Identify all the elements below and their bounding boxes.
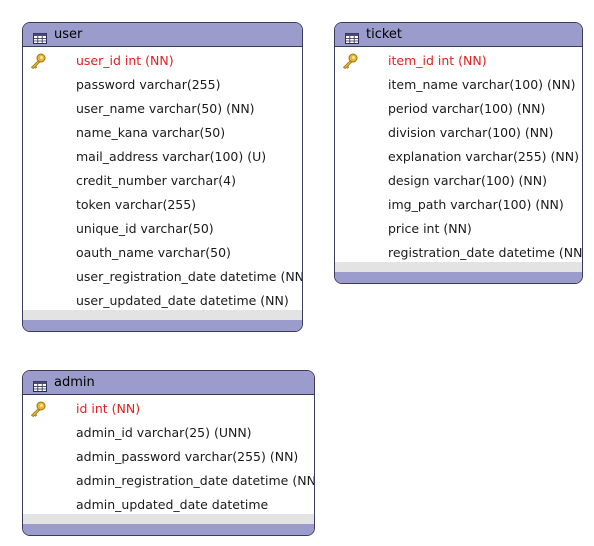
table-footer-spacer	[23, 514, 314, 524]
column-row[interactable]: explanation varchar(255) (NN)	[335, 145, 582, 169]
column-list: id int (NN) admin_id varchar(25) (UNN) adm…	[23, 395, 314, 517]
column-label: oauth_name varchar(50)	[76, 245, 231, 260]
table-header[interactable]: admin	[23, 371, 314, 395]
table-footer-spacer	[335, 262, 582, 272]
table-footer	[335, 272, 582, 283]
column-row[interactable]: item_name varchar(100) (NN)	[335, 73, 582, 97]
column-label: user_registration_date datetime (NN)	[76, 269, 303, 284]
column-row[interactable]: unique_id varchar(50)	[23, 217, 302, 241]
table-admin[interactable]: admin id int (NN) admin_id varchar(25) (U…	[22, 370, 315, 536]
table-footer-spacer	[23, 310, 302, 320]
key-icon	[29, 401, 47, 418]
column-label: credit_number varchar(4)	[76, 173, 236, 188]
table-grid-icon	[33, 377, 47, 392]
column-label: user_updated_date datetime (NN)	[76, 293, 289, 308]
primary-key-column[interactable]: id int (NN)	[23, 397, 314, 421]
column-label: registration_date datetime (NN)	[388, 245, 583, 260]
column-row[interactable]: admin_password varchar(255) (NN)	[23, 445, 314, 469]
column-row[interactable]: division varchar(100) (NN)	[335, 121, 582, 145]
column-label: explanation varchar(255) (NN)	[388, 149, 579, 164]
table-header[interactable]: user	[23, 23, 302, 47]
table-grid-icon	[33, 29, 47, 44]
key-icon	[341, 53, 359, 70]
column-label: period varchar(100) (NN)	[388, 101, 546, 116]
column-label: admin_updated_date datetime	[76, 497, 269, 512]
table-name: user	[54, 27, 83, 42]
column-row[interactable]: design varchar(100) (NN)	[335, 169, 582, 193]
column-row[interactable]: credit_number varchar(4)	[23, 169, 302, 193]
table-footer	[23, 320, 302, 331]
column-label: admin_id varchar(25) (UNN)	[76, 425, 252, 440]
column-label: design varchar(100) (NN)	[388, 173, 547, 188]
column-row[interactable]: user_registration_date datetime (NN)	[23, 265, 302, 289]
table-name: ticket	[366, 27, 403, 42]
table-name: admin	[54, 375, 95, 390]
column-row[interactable]: oauth_name varchar(50)	[23, 241, 302, 265]
column-label: password varchar(255)	[76, 77, 221, 92]
column-label: mail_address varchar(100) (U)	[76, 149, 267, 164]
column-label: token varchar(255)	[76, 197, 197, 212]
column-label: user_id int (NN)	[76, 53, 174, 68]
column-label: admin_registration_date datetime (NN)	[76, 473, 315, 488]
column-row[interactable]: price int (NN)	[335, 217, 582, 241]
table-header[interactable]: ticket	[335, 23, 582, 47]
primary-key-column[interactable]: user_id int (NN)	[23, 49, 302, 73]
column-label: id int (NN)	[76, 401, 141, 416]
table-grid-icon	[345, 29, 359, 44]
column-row[interactable]: img_path varchar(100) (NN)	[335, 193, 582, 217]
column-row[interactable]: name_kana varchar(50)	[23, 121, 302, 145]
column-label: admin_password varchar(255) (NN)	[76, 449, 299, 464]
column-list: user_id int (NN) password varchar(255) use…	[23, 47, 302, 313]
primary-key-column[interactable]: item_id int (NN)	[335, 49, 582, 73]
column-row[interactable]: token varchar(255)	[23, 193, 302, 217]
column-row[interactable]: mail_address varchar(100) (U)	[23, 145, 302, 169]
column-label: name_kana varchar(50)	[76, 125, 226, 140]
column-row[interactable]: admin_id varchar(25) (UNN)	[23, 421, 314, 445]
key-icon	[29, 53, 47, 70]
table-user[interactable]: user user_id int (NN) password varchar(25…	[22, 22, 303, 332]
column-label: price int (NN)	[388, 221, 472, 236]
column-row[interactable]: admin_registration_date datetime (NN)	[23, 469, 314, 493]
column-label: item_id int (NN)	[388, 53, 487, 68]
table-ticket[interactable]: ticket item_id int (NN) item_name varchar…	[334, 22, 583, 284]
table-footer	[23, 524, 314, 535]
column-row[interactable]: user_name varchar(50) (NN)	[23, 97, 302, 121]
column-label: unique_id varchar(50)	[76, 221, 214, 236]
column-row[interactable]: password varchar(255)	[23, 73, 302, 97]
column-list: item_id int (NN) item_name varchar(100) (…	[335, 47, 582, 265]
column-label: img_path varchar(100) (NN)	[388, 197, 564, 212]
column-label: division varchar(100) (NN)	[388, 125, 554, 140]
column-label: item_name varchar(100) (NN)	[388, 77, 576, 92]
column-label: user_name varchar(50) (NN)	[76, 101, 255, 116]
column-row[interactable]: period varchar(100) (NN)	[335, 97, 582, 121]
